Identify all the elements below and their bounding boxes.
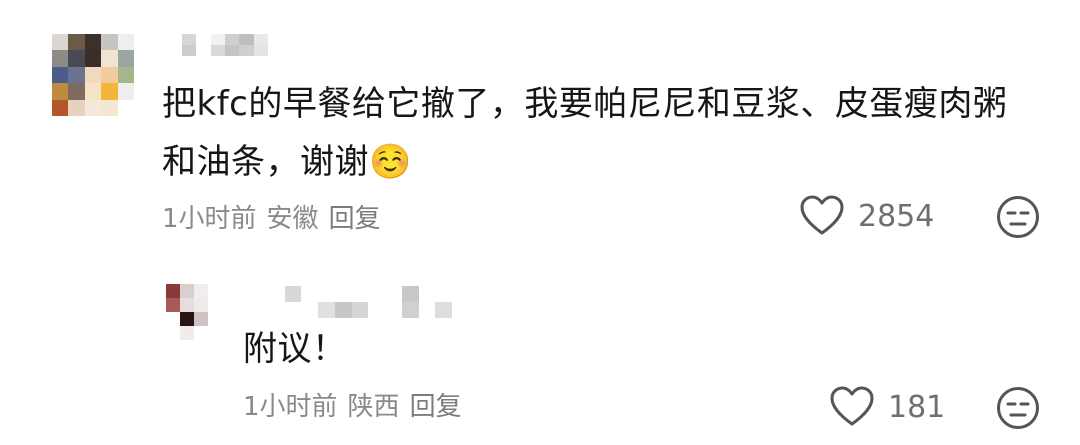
neutral-face-icon[interactable] [996, 195, 1040, 239]
reply-meta: 1小时前 陕西 回复 [243, 386, 472, 423]
comment-text-line: 和油条，谢谢☺️ [162, 142, 412, 182]
timestamp: 1小时前 [162, 204, 257, 234]
timestamp: 1小时前 [243, 392, 338, 422]
reply-text: 附议！ [243, 329, 347, 369]
heart-outline-icon[interactable] [830, 386, 874, 428]
like-count: 181 [888, 389, 946, 425]
location: 安徽 [266, 204, 319, 234]
reply-button[interactable]: 回复 [410, 392, 462, 422]
comment-text-line: 把kfc的早餐给它撤了，我要帕尼尼和豆浆、皮蛋瘦肉粥 [162, 84, 1008, 124]
avatar[interactable] [52, 34, 134, 116]
comment-text: 把kfc的早餐给它撤了，我要帕尼尼和豆浆、皮蛋瘦肉粥 和油条，谢谢☺️ [162, 75, 1042, 191]
neutral-face-icon[interactable] [996, 386, 1040, 430]
location: 陕西 [347, 392, 400, 422]
reply-username-blurred[interactable] [268, 286, 452, 318]
like-button[interactable]: 181 [830, 386, 945, 428]
heart-outline-icon[interactable] [800, 195, 844, 237]
reply-avatar[interactable] [166, 284, 222, 340]
username-blurred[interactable] [182, 34, 268, 56]
like-button[interactable]: 2854 [800, 195, 934, 237]
like-count: 2854 [858, 198, 935, 234]
comment-meta: 1小时前 安徽 回复 [162, 198, 391, 235]
reply-button[interactable]: 回复 [329, 204, 381, 234]
